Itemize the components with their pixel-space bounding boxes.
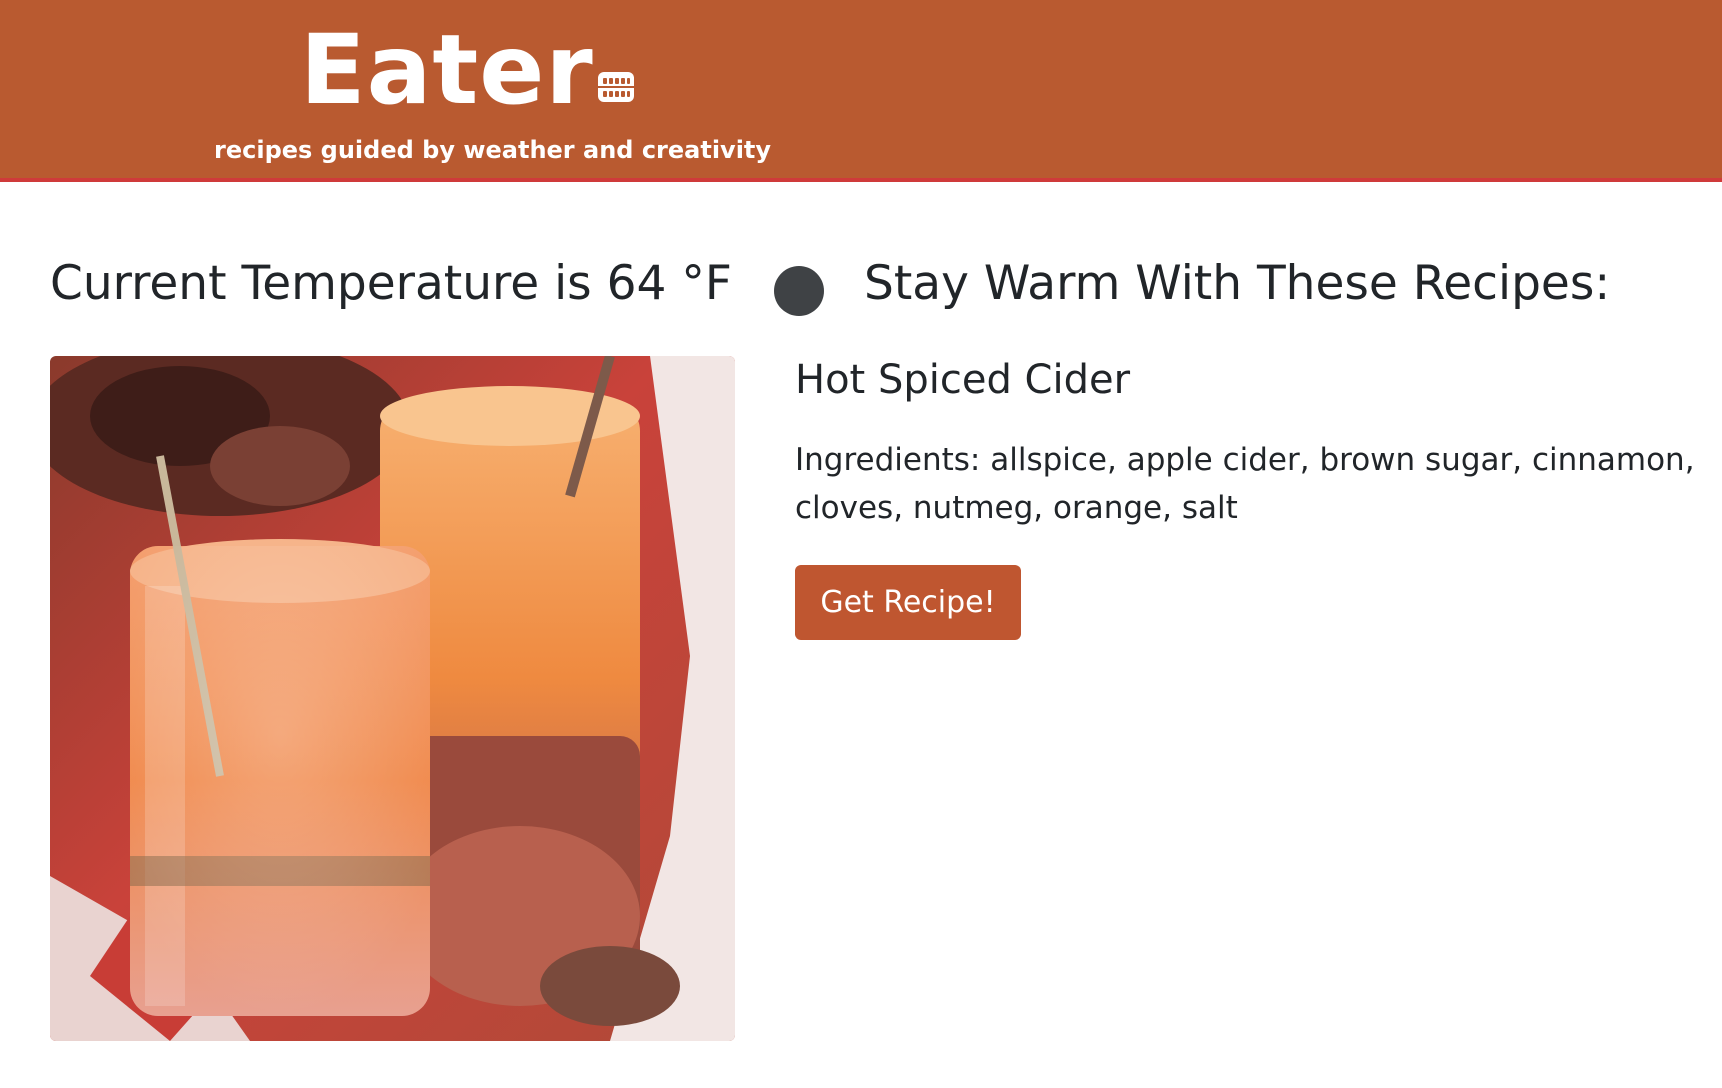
current-temperature-heading: Current Temperature is 64 °F bbox=[50, 256, 732, 311]
weather-message-heading: Stay Warm With These Recipes: bbox=[864, 256, 1611, 311]
get-recipe-button[interactable]: Get Recipe! bbox=[795, 565, 1021, 640]
recipe-title: Hot Spiced Cider bbox=[795, 357, 1131, 403]
site-tagline: recipes guided by weather and creativity bbox=[214, 136, 772, 164]
recipe-image bbox=[50, 356, 735, 1041]
recipe-ingredients: Ingredients: allspice, apple cider, brow… bbox=[795, 442, 1695, 526]
site-header: Eater recipes guided by weather and crea… bbox=[0, 0, 1722, 182]
status-dot-icon bbox=[774, 266, 824, 316]
brand-logo-text[interactable]: Eater bbox=[300, 10, 594, 130]
pot-icon bbox=[596, 70, 636, 104]
